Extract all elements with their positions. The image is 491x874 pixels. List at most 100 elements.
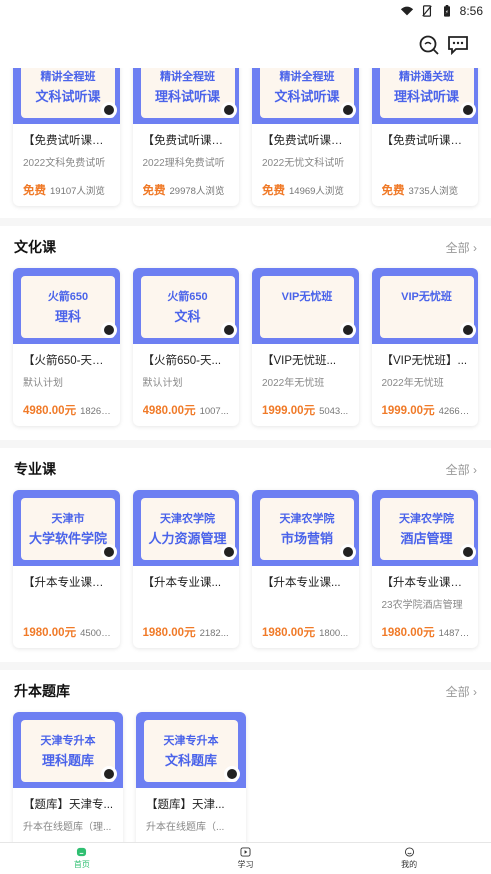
search-icon[interactable] xyxy=(418,34,440,56)
battery-icon: ⚡ xyxy=(443,5,450,17)
section-header: 文化课 全部 › xyxy=(0,226,491,268)
course-price: 1980.00元 xyxy=(262,627,316,639)
course-card[interactable]: 天津农学院 人力资源管理 【升本专业课... 1980.00元 2182... xyxy=(132,490,239,648)
course-subtitle: 2022年无忧班 xyxy=(381,378,444,388)
thumbnail-subtitle: 文科 xyxy=(174,309,201,324)
price-row: 免费 19107人浏览 xyxy=(23,182,112,198)
view-count: 19107人浏览 xyxy=(50,186,105,197)
course-card[interactable]: VIP无忧班 【VIP无忧班】... 2022年无忧班 1999.00元 42665..… xyxy=(371,268,479,426)
thumbnail-title: VIP无忧班 xyxy=(401,291,452,303)
thumbnail-subtitle: 理科 xyxy=(54,309,81,324)
thumbnail-subtitle: 理科试听课 xyxy=(393,89,459,104)
course-card[interactable]: 天津农学院 市场营销 【升本专业课... 1980.00元 1800... xyxy=(252,490,359,648)
tab-home[interactable]: 首页 xyxy=(0,843,164,874)
course-price: 4980.00元 xyxy=(142,405,196,417)
view-all-link[interactable]: 全部 › xyxy=(446,683,477,700)
course-card[interactable]: 精讲全程班 理科试听课 【免费试听课—... 2022理科免费试听 免费 29978人浏览 xyxy=(132,68,239,206)
thumbnail-subtitle: 大学软件学院 xyxy=(28,531,107,546)
course-grid: 火箭650 理科 【火箭650-天津... 默认计划 4980.00元 18262... 火… xyxy=(0,268,491,426)
play-icon xyxy=(240,847,251,857)
tab-mine-label: 我的 xyxy=(401,860,418,869)
view-all-link[interactable]: 全部 › xyxy=(446,461,477,478)
card-body: 【VIP无忧班... 2022年无忧班 1999.00元 5043... xyxy=(252,344,359,426)
course-card[interactable]: 天津专升本文科题库【题库】天津...升本在线题库（...399.00元63207… xyxy=(136,712,246,842)
course-title: 【升本专业课... xyxy=(142,577,222,589)
course-card[interactable]: 精讲通关班 理科试听课 【免费试听课—... 免费 3735人浏览 xyxy=(371,68,478,206)
thumbnail-subtitle: 市场营销 xyxy=(280,531,333,546)
course-section: 升本题库全部 ›天津专升本理科题库【题库】天津专...升本在线题库（理...39… xyxy=(0,670,491,842)
course-card[interactable]: 精讲全程班 文科试听课 【免费试听课—... 2022文科免费试听 免费 19107人浏览 xyxy=(13,68,120,206)
svg-text:⚡: ⚡ xyxy=(445,10,449,16)
card-body: 【免费试听课—... 2022文科免费试听 免费 19107人浏览 xyxy=(13,124,120,206)
mascot-icon xyxy=(101,322,117,338)
view-count: 45005... xyxy=(80,628,112,639)
free-trial-grid: 精讲全程班 文科试听课 【免费试听课—... 2022文科免费试听 免费 19107人浏览… xyxy=(0,68,491,206)
top-bar xyxy=(0,22,491,68)
course-card[interactable]: 天津专升本理科题库【题库】天津专...升本在线题库（理...399.00元988… xyxy=(13,712,123,842)
course-card[interactable]: 天津农学院 酒店管理 【升本专业课】... 23农学院酒店管理 1980.00元 1487… xyxy=(371,490,478,648)
course-title: 【VIP无忧班... xyxy=(262,355,337,367)
view-all-link[interactable]: 全部 › xyxy=(446,239,477,256)
course-card[interactable]: VIP无忧班 【VIP无忧班... 2022年无忧班 1999.00元 5043... xyxy=(252,268,359,426)
thumbnail-title: 天津农学院 xyxy=(160,513,215,525)
status-bar: ⚡ 8:56 xyxy=(0,0,491,22)
course-subtitle: 2022年无忧班 xyxy=(262,378,325,388)
view-count: 29978人浏览 xyxy=(169,186,225,197)
mascot-icon xyxy=(220,322,237,338)
view-count: 42665... xyxy=(438,406,470,417)
mascot-icon xyxy=(220,102,237,118)
view-count: 2182... xyxy=(199,628,229,639)
course-title: 【升本专业课... xyxy=(262,577,341,589)
course-price: 1980.00元 xyxy=(142,627,196,639)
course-card[interactable]: 天津市 大学软件学院 【升本专业课】... 1980.00元 45005... xyxy=(13,490,120,648)
course-price: 免费 xyxy=(23,185,46,197)
view-count: 5043... xyxy=(319,406,349,417)
user-icon xyxy=(404,847,414,857)
thumbnail-title: 天津专升本 xyxy=(40,735,96,747)
thumbnail-title: 天津专升本 xyxy=(163,735,219,747)
thumbnail-subtitle: 文科试听课 xyxy=(274,89,340,104)
home-feed[interactable]: 精讲全程班 文科试听课 【免费试听课—... 2022文科免费试听 免费 19107人浏览… xyxy=(0,68,491,842)
course-title: 【火箭650-天津... xyxy=(23,355,112,367)
course-subtitle: 2022无忧文科试听 xyxy=(262,158,345,168)
thumbnail-title: 火箭650 xyxy=(47,291,89,303)
course-subtitle xyxy=(23,596,112,610)
course-thumbnail: 天津农学院 酒店管理 xyxy=(371,490,478,566)
price-row: 1980.00元 1800... xyxy=(262,624,351,640)
course-section: 专业课 全部 › 天津市 大学软件学院 【升本专业课】... 1980.00元 45005.… xyxy=(0,448,491,662)
thumbnail-title: 火箭650 xyxy=(167,291,208,303)
card-body: 【VIP无忧班】... 2022年无忧班 1999.00元 42665... xyxy=(372,344,479,426)
tab-study[interactable]: 学习 xyxy=(164,843,328,874)
price-row: 免费 3735人浏览 xyxy=(382,182,471,198)
course-price: 免费 xyxy=(142,185,166,197)
course-title: 【免费试听课—... xyxy=(262,135,351,147)
thumbnail-subtitle: 文科试听课 xyxy=(35,89,101,104)
tab-mine[interactable]: 我的 xyxy=(327,843,491,874)
price-row: 1980.00元 14871... xyxy=(382,624,471,640)
course-price: 4980.00元 xyxy=(23,405,77,417)
course-subtitle: 默认计划 xyxy=(23,378,63,388)
section-header: 专业课 全部 › xyxy=(0,448,491,490)
price-row: 1980.00元 2182... xyxy=(143,624,232,640)
course-card[interactable]: 火箭650 文科 【火箭650-天... 默认计划 4980.00元 1007... xyxy=(132,268,239,426)
mascot-icon xyxy=(340,102,356,118)
course-subtitle: 升本在线题库（理... xyxy=(23,822,112,832)
tab-study-label: 学习 xyxy=(237,860,254,869)
course-section: 文化课 全部 › 火箭650 理科 【火箭650-天津... 默认计划 4980.00元 18… xyxy=(0,226,491,440)
course-title: 【题库】天津专... xyxy=(23,799,114,811)
mascot-icon xyxy=(459,544,476,560)
mascot-icon xyxy=(340,322,356,338)
course-card[interactable]: 火箭650 理科 【火箭650-天津... 默认计划 4980.00元 18262... xyxy=(13,268,120,426)
card-body: 【题库】天津...升本在线题库（...399.00元63207... xyxy=(136,788,246,842)
course-card[interactable]: 精讲全程班 文科试听课 【免费试听课—... 2022无忧文科试听 免费 14969人浏览 xyxy=(252,68,359,206)
course-title: 【题库】天津... xyxy=(146,799,225,811)
mascot-icon xyxy=(101,766,117,782)
course-subtitle xyxy=(382,154,471,168)
course-subtitle: 默认计划 xyxy=(142,378,183,388)
message-icon[interactable] xyxy=(447,34,469,56)
course-price: 1999.00元 xyxy=(381,405,435,417)
course-title: 【免费试听课—... xyxy=(142,135,232,147)
card-body: 【升本专业课... 1980.00元 1800... xyxy=(252,566,359,648)
thumbnail-title: 精讲全程班 xyxy=(160,71,215,83)
course-thumbnail: 天津市 大学软件学院 xyxy=(13,490,120,566)
